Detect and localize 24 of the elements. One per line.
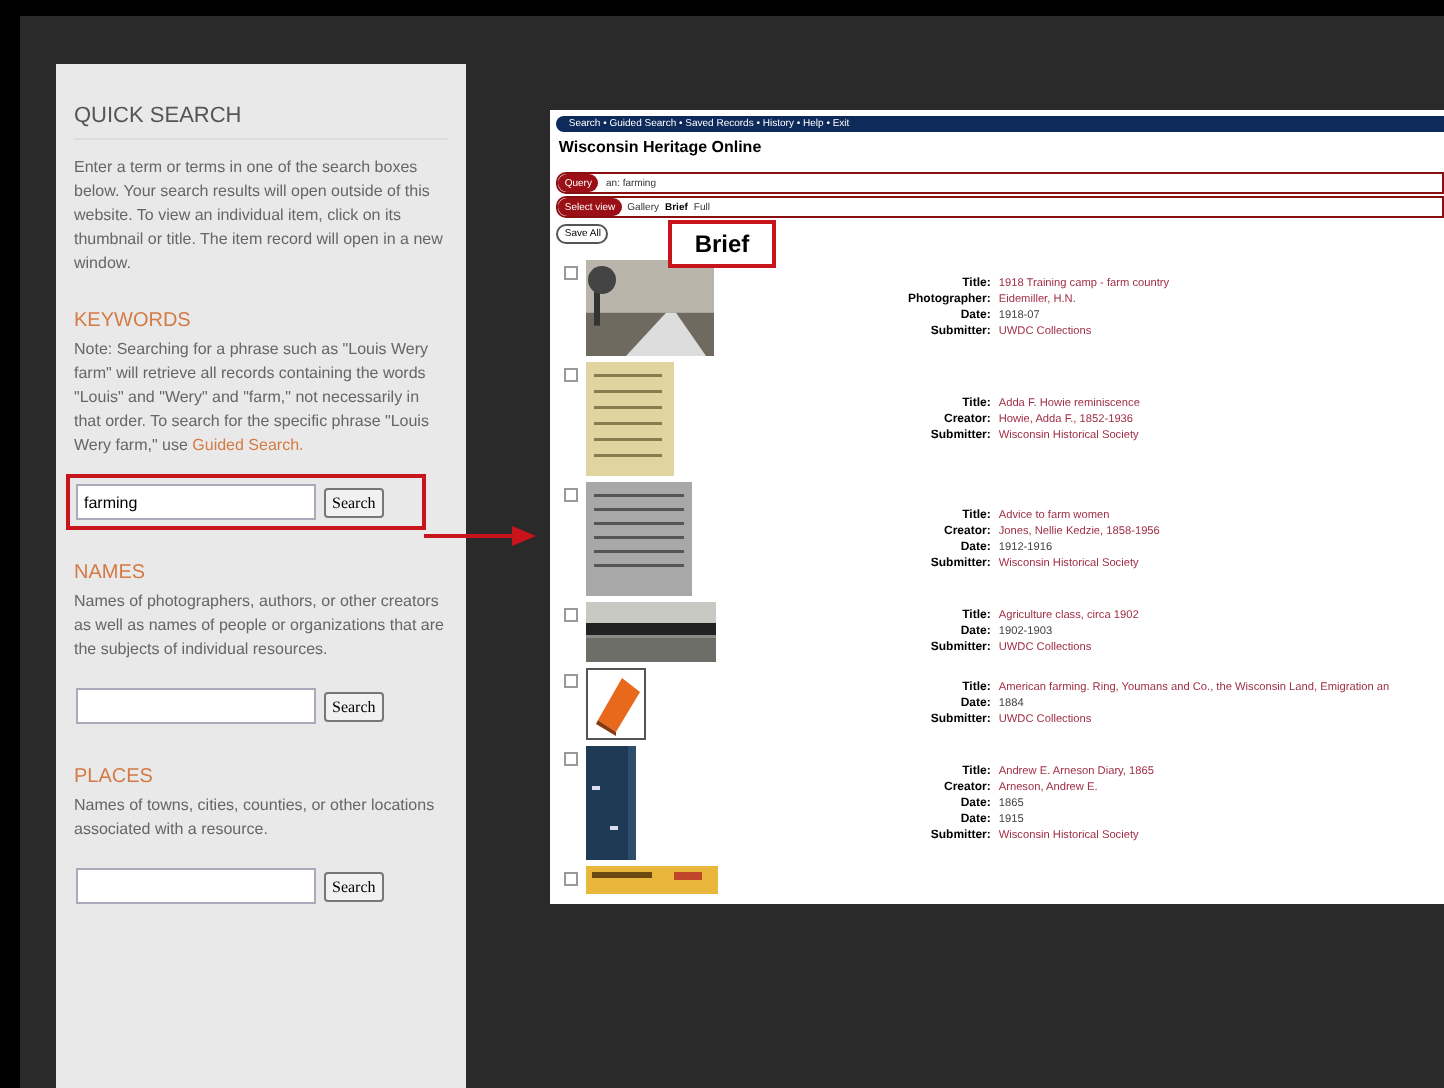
- section-note: Names of photographers, authors, or other creators as well as names of people or organizations that are the subjects of individual resources.: [74, 590, 446, 662]
- site-title: Wisconsin Heritage Online: [558, 138, 764, 156]
- intro-text: Enter a term or terms in one of the search boxes below. Your search results will open outside of this website. To view an individual item, click on its thumbnail or title. The item record will open in a new window.: [74, 156, 445, 276]
- search-field[interactable]: farming: [76, 484, 316, 520]
- section-note: Note: Searching for a phrase such as "Louis Wery farm" will retrieve all records containing the words "Louis" and "Wery" and "farm," not necessarily in that order. To search for the specific phrase "Louis Wery farm," use Guided Search.: [74, 338, 431, 458]
- search-field[interactable]: [76, 688, 316, 724]
- search-button[interactable]: Search: [324, 871, 384, 901]
- arrow-icon: [424, 526, 536, 546]
- section-heading: PLACES: [74, 766, 155, 788]
- section-note: Names of towns, cities, counties, or other locations associated with a resource.: [74, 794, 437, 842]
- checkbox[interactable]: [564, 752, 579, 766]
- section-heading: NAMES: [74, 562, 148, 584]
- checkbox[interactable]: [564, 674, 579, 688]
- search-button[interactable]: Search: [324, 487, 384, 517]
- checkbox[interactable]: [564, 266, 579, 280]
- search-button[interactable]: Search: [324, 691, 384, 721]
- callout-label: Brief: [668, 220, 776, 268]
- section-heading: KEYWORDS: [74, 310, 193, 332]
- checkbox[interactable]: [564, 608, 579, 622]
- checkbox[interactable]: [564, 872, 579, 886]
- panel-title: QUICK SEARCH: [74, 104, 449, 140]
- checkbox[interactable]: [564, 488, 579, 502]
- search-field[interactable]: [76, 868, 316, 904]
- checkbox[interactable]: [564, 368, 579, 382]
